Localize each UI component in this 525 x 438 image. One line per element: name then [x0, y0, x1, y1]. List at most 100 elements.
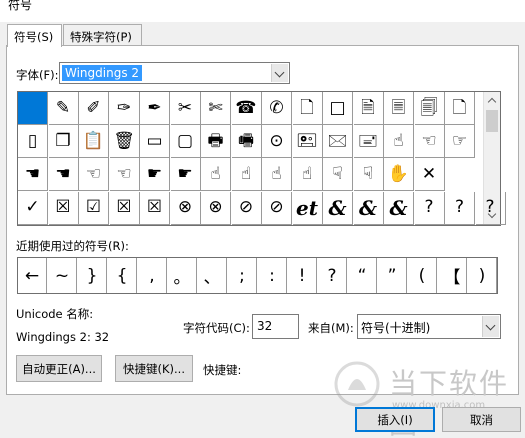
- recent-symbol-cell[interactable]: ”: [378, 258, 407, 293]
- symbol-cell[interactable]: ⊗: [201, 191, 231, 225]
- insert-button[interactable]: 插入(I): [355, 407, 435, 432]
- symbol-cell[interactable]: ☛: [140, 158, 170, 192]
- symbol-cell[interactable]: ?: [414, 191, 445, 225]
- symbol-glyph: ⊘: [238, 197, 254, 218]
- symbol-cell[interactable]: ✑: [109, 92, 140, 125]
- symbol-cell[interactable]: ✂: [170, 92, 201, 125]
- symbol-glyph: ✒: [147, 97, 162, 118]
- symbol-cell[interactable]: 🗋: [445, 92, 475, 125]
- symbol-cell[interactable]: ?: [475, 191, 506, 225]
- symbol-cell[interactable]: ⊘: [231, 191, 262, 225]
- scroll-thumb[interactable]: [486, 110, 498, 132]
- symbol-cell[interactable]: ☝: [201, 158, 231, 192]
- recent-symbol-cell[interactable]: ~: [48, 258, 77, 293]
- window-title: 符号: [8, 0, 33, 12]
- chevron-down-icon[interactable]: [271, 64, 288, 82]
- symbol-glyph: ▢: [176, 130, 194, 151]
- symbol-cell[interactable]: 🖭: [292, 125, 323, 159]
- recent-symbol-cell[interactable]: ←: [18, 258, 47, 293]
- recent-symbol-cell[interactable]: “: [348, 258, 377, 293]
- symbol-glyph: 🗑: [113, 130, 135, 151]
- symbol-cell[interactable]: ☞: [445, 125, 475, 159]
- symbol-cell[interactable]: [18, 92, 48, 125]
- font-dropdown[interactable]: Wingdings 2: [59, 62, 290, 84]
- symbol-cell[interactable]: ☝: [384, 125, 414, 159]
- symbol-cell[interactable]: ☎: [231, 92, 262, 125]
- symbol-cell[interactable]: 🗎: [353, 92, 384, 125]
- symbol-cell[interactable]: 🖃: [353, 125, 384, 159]
- symbol-cell[interactable]: ✎: [48, 92, 79, 125]
- symbol-cell[interactable]: ⊗: [170, 191, 201, 225]
- symbol-cell[interactable]: ☜: [79, 158, 109, 192]
- symbol-cell[interactable]: ☜: [414, 125, 445, 159]
- from-dropdown[interactable]: 符号(十进制): [357, 314, 501, 339]
- symbol-cell[interactable]: 🗋: [292, 92, 323, 125]
- symbol-cell[interactable]: ☑: [79, 191, 109, 225]
- symbol-cell[interactable]: ✆: [262, 92, 292, 125]
- chevron-down-icon[interactable]: [482, 316, 499, 337]
- symbol-cell[interactable]: ✕: [414, 158, 445, 192]
- symbol-cell[interactable]: ✒: [140, 92, 170, 125]
- symbol-cell[interactable]: ☝: [262, 158, 292, 192]
- tab-symbols[interactable]: 符号(S): [7, 24, 62, 47]
- recent-symbol-cell[interactable]: !: [288, 258, 317, 293]
- symbol-cell[interactable]: &: [353, 191, 384, 225]
- symbol-glyph: ☚: [55, 163, 71, 184]
- shortcut-key-button[interactable]: 快捷键(K)...: [115, 355, 193, 382]
- symbol-cell[interactable]: ☝: [292, 158, 323, 192]
- symbol-cell[interactable]: □: [323, 92, 353, 125]
- recent-symbol-cell[interactable]: ?: [318, 258, 347, 293]
- symbol-cell[interactable]: ☟: [353, 158, 384, 192]
- symbol-cell[interactable]: ☒: [109, 191, 140, 225]
- recent-symbol-cell[interactable]: ): [468, 258, 497, 293]
- recent-symbol-cell[interactable]: ,: [138, 258, 167, 293]
- recent-symbol-cell[interactable]: {: [108, 258, 137, 293]
- symbol-cell[interactable]: ✓: [18, 191, 48, 225]
- symbol-cell[interactable]: ✐: [79, 92, 109, 125]
- cancel-button[interactable]: 取消: [442, 407, 521, 432]
- symbol-cell[interactable]: 📋: [79, 125, 109, 159]
- symbol-cell[interactable]: ☜: [109, 158, 140, 192]
- symbol-cell[interactable]: 🖂: [323, 125, 353, 159]
- symbol-cell[interactable]: ☚: [18, 158, 48, 192]
- symbol-cell[interactable]: ☒: [140, 191, 170, 225]
- recent-symbol-cell[interactable]: 。: [168, 258, 197, 293]
- scroll-up-icon[interactable]: [484, 92, 500, 109]
- autocorrect-button[interactable]: 自动更正(A)...: [16, 355, 102, 382]
- symbol-cell[interactable]: &: [384, 191, 414, 225]
- symbol-glyph: ☒: [146, 197, 163, 218]
- symbol-glyph: ☑: [85, 197, 102, 218]
- symbol-cell[interactable]: 🖶: [201, 125, 231, 159]
- char-code-label: 字符代码(C):: [183, 321, 250, 335]
- symbol-cell[interactable]: ☚: [48, 158, 79, 192]
- symbol-cell[interactable]: ?: [445, 191, 475, 225]
- symbol-cell[interactable]: ☝: [231, 158, 262, 192]
- symbol-cell[interactable]: ▯: [18, 125, 48, 159]
- symbol-cell[interactable]: 🖷: [231, 125, 262, 159]
- symbol-cell[interactable]: ✋: [384, 158, 414, 192]
- symbol-cell[interactable]: et: [292, 191, 323, 225]
- symbol-cell[interactable]: 🗑: [109, 125, 140, 159]
- recent-symbol-cell[interactable]: 【: [438, 258, 467, 293]
- symbol-cell[interactable]: ▭: [140, 125, 170, 159]
- symbol-cell[interactable]: 🗏: [384, 92, 414, 125]
- recent-symbol-cell[interactable]: 、: [198, 258, 227, 293]
- tab-special-characters[interactable]: 特殊字符(P): [63, 24, 142, 46]
- char-code-input[interactable]: 32: [252, 314, 299, 339]
- symbol-cell[interactable]: ✄: [201, 92, 231, 125]
- symbol-cell[interactable]: ▢: [170, 125, 201, 159]
- symbol-glyph: 🖷: [237, 130, 255, 151]
- symbol-cell[interactable]: ☒: [48, 191, 79, 225]
- symbol-cell[interactable]: ⊙: [262, 125, 292, 159]
- recent-symbol-cell[interactable]: :: [258, 258, 287, 293]
- recent-symbol-cell[interactable]: }: [78, 258, 107, 293]
- symbol-cell[interactable]: ☟: [323, 158, 353, 192]
- recent-symbol-cell[interactable]: (: [408, 258, 437, 293]
- recent-symbol-cell[interactable]: ;: [228, 258, 257, 293]
- symbol-cell[interactable]: &: [323, 191, 353, 225]
- symbol-cell[interactable]: ☛: [170, 158, 201, 192]
- symbol-cell[interactable]: ⊘: [262, 191, 292, 225]
- symbol-glyph: ?: [424, 197, 434, 218]
- symbol-cell[interactable]: ❐: [48, 125, 79, 159]
- symbol-cell[interactable]: 🗐: [414, 92, 445, 125]
